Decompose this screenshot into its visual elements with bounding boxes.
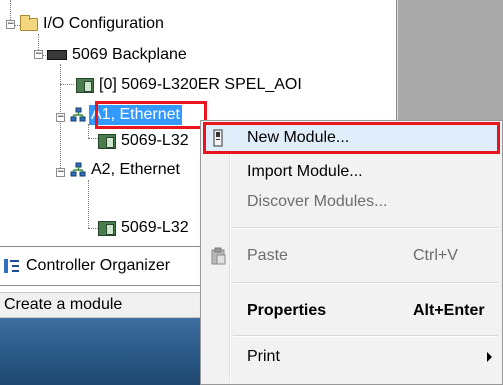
menu-item-properties[interactable]: Properties Alt+Enter: [203, 296, 500, 326]
folder-icon: [20, 14, 38, 31]
tree-node-label: 5069-L32: [121, 219, 189, 236]
menu-item-shortcut: Alt+Enter: [413, 302, 485, 319]
paste-icon: [211, 247, 226, 265]
annotation-box-new-module: [203, 122, 500, 154]
tree-node-label: 5069 Backplane: [72, 46, 187, 63]
controller-organizer-label: Controller Organizer: [26, 257, 171, 274]
menu-item-label: Paste: [247, 247, 288, 264]
tree-node-label: I/O Configuration: [43, 15, 164, 32]
menu-item-label: Discover Modules...: [247, 193, 388, 210]
menu-separator: [233, 282, 498, 284]
network-icon: [70, 162, 86, 177]
status-bar: Create a module: [0, 292, 205, 318]
tree-node-io-configuration[interactable]: I/O Configuration: [20, 14, 166, 34]
tree-line: [88, 138, 98, 139]
tree-node-a2-module[interactable]: 5069-L32: [98, 218, 191, 238]
menu-separator: [233, 227, 498, 229]
module-icon: [98, 220, 116, 236]
module-icon: [76, 77, 94, 93]
menu-item-label: Import Module...: [247, 163, 363, 180]
menu-item-paste[interactable]: Paste Ctrl+V: [203, 241, 500, 271]
tree-node-a2-ethernet[interactable]: A2, Ethernet: [70, 160, 182, 180]
submenu-arrow-icon: [487, 352, 492, 362]
tree-node-backplane[interactable]: 5069 Backplane: [47, 45, 189, 65]
tree-line: [60, 84, 74, 85]
tree-line: [88, 124, 89, 138]
menu-item-import-module[interactable]: Import Module...: [203, 157, 500, 187]
menu-item-discover-modules[interactable]: Discover Modules...: [203, 187, 500, 217]
expand-io-configuration[interactable]: −: [6, 20, 15, 29]
network-icon: [70, 107, 86, 122]
expand-backplane[interactable]: −: [34, 50, 43, 59]
menu-item-label: Print: [247, 348, 280, 365]
tree-line: [88, 228, 98, 229]
tree-node-controller[interactable]: [0] 5069-L320ER SPEL_AOI: [76, 75, 304, 95]
tree-line: [88, 180, 89, 228]
menu-item-label: Properties: [247, 302, 327, 319]
organizer-icon: [4, 259, 19, 273]
expand-a2-ethernet[interactable]: −: [56, 168, 65, 177]
backplane-icon: [47, 50, 67, 60]
menu-item-print[interactable]: Print: [203, 342, 500, 372]
controller-organizer-tab[interactable]: Controller Organizer: [0, 246, 205, 286]
tree-node-label: 5069-L32: [121, 132, 189, 149]
annotation-box-selected-node: [95, 101, 207, 129]
module-icon: [98, 133, 116, 149]
tree-node-a1-module[interactable]: 5069-L32: [98, 131, 191, 151]
menu-separator: [233, 335, 498, 337]
expand-a1-ethernet[interactable]: −: [56, 113, 65, 122]
status-text: Create a module: [4, 296, 123, 313]
context-menu: New Module... Import Module... Discover …: [200, 120, 503, 385]
menu-item-shortcut: Ctrl+V: [413, 247, 458, 264]
tree-node-label: [0] 5069-L320ER SPEL_AOI: [99, 76, 302, 93]
tree-node-label: A2, Ethernet: [91, 161, 180, 178]
